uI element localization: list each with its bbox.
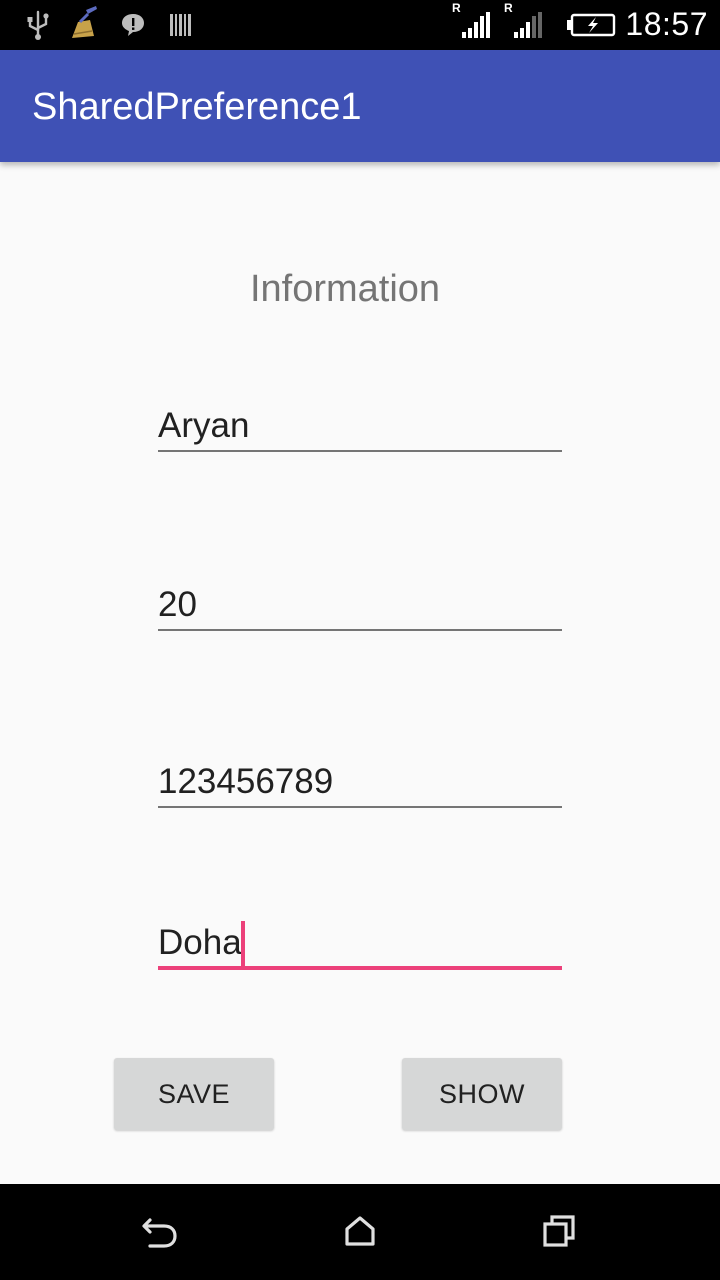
- city-underline: [158, 966, 562, 970]
- roaming-label: R: [504, 1, 513, 15]
- phone-input[interactable]: [158, 756, 562, 808]
- age-underline: [158, 629, 562, 631]
- battery-charging-icon: [567, 13, 616, 37]
- barcode-icon: [170, 14, 191, 36]
- age-field[interactable]: [158, 579, 562, 631]
- chat-bubble-icon: [122, 14, 144, 36]
- show-button[interactable]: SHOW: [402, 1058, 562, 1130]
- status-bar: R R 18:57: [0, 0, 720, 50]
- signal-roaming-icon: R: [504, 1, 542, 38]
- phone-underline: [158, 806, 562, 808]
- save-button[interactable]: SAVE: [114, 1058, 274, 1130]
- signal-roaming-icon: R: [452, 1, 490, 38]
- cleaner-icon: [72, 6, 97, 38]
- clock: 18:57: [625, 6, 708, 42]
- text-cursor: [241, 921, 245, 967]
- name-field[interactable]: [158, 400, 562, 452]
- navigation-bar: [0, 1184, 720, 1280]
- roaming-label: R: [452, 1, 461, 15]
- home-icon[interactable]: [330, 1202, 390, 1262]
- information-heading: Information: [249, 268, 441, 310]
- age-input[interactable]: [158, 579, 562, 631]
- name-input[interactable]: [158, 400, 562, 452]
- city-input[interactable]: [158, 917, 562, 969]
- recents-icon[interactable]: [530, 1202, 590, 1262]
- back-icon[interactable]: [130, 1202, 190, 1262]
- app-title: SharedPreference1: [32, 86, 362, 128]
- name-underline: [158, 450, 562, 452]
- usb-icon: [27, 10, 49, 40]
- app-bar: SharedPreference1: [0, 50, 720, 162]
- phone-field[interactable]: [158, 756, 562, 808]
- city-field[interactable]: [158, 917, 562, 970]
